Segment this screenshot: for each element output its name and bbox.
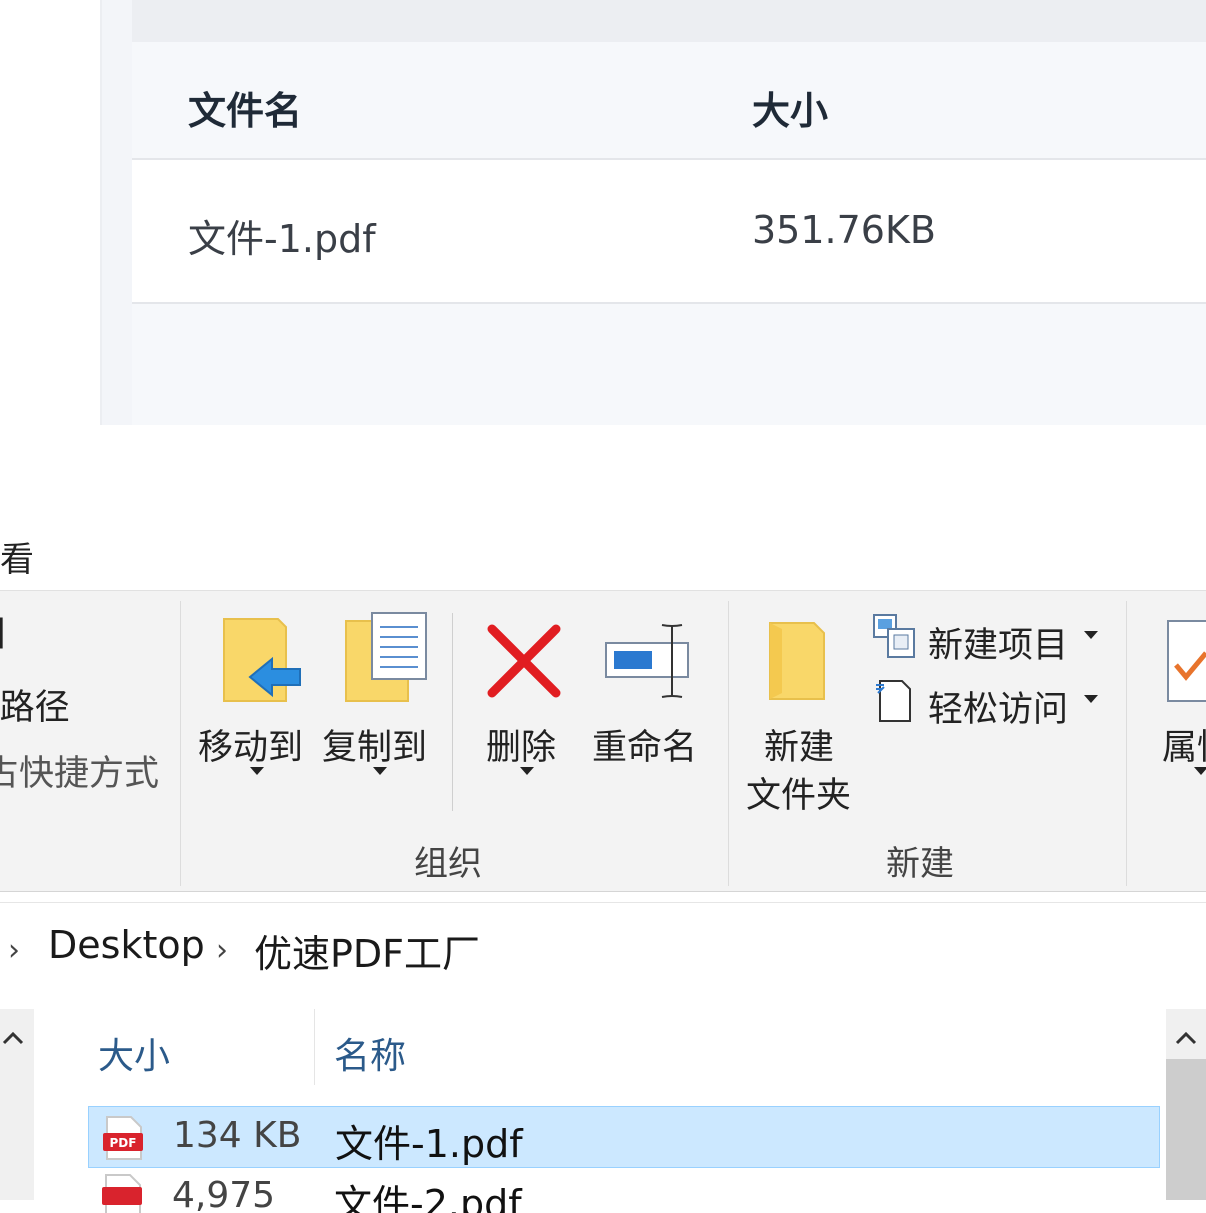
new-folder-label-2: 文件夹 [746, 776, 852, 816]
move-to-icon [223, 618, 301, 702]
left-scrollbar[interactable] [0, 1009, 34, 1200]
file-name: 文件-1.pdf [335, 1122, 523, 1166]
column-divider[interactable] [314, 1009, 315, 1085]
copy-path-partial-1[interactable]: ] [0, 613, 6, 653]
group-divider [728, 601, 729, 886]
properties-icon [1167, 620, 1206, 702]
easy-access-icon [876, 680, 911, 722]
copy-path-button[interactable]: ]路径 [0, 679, 70, 730]
group-divider [180, 601, 181, 886]
right-scrollbar[interactable] [1166, 1009, 1206, 1200]
new-group-label: 新建 [886, 844, 954, 884]
breadcrumb-desktop[interactable]: Desktop [48, 923, 205, 967]
move-to-label: 移动到 [198, 728, 304, 768]
row-filename: 文件-1.pdf [188, 217, 376, 261]
chevron-down-icon [1084, 631, 1098, 639]
header-filename: 文件名 [188, 89, 303, 133]
rename-icon [605, 624, 689, 698]
new-item-label: 新建项目 [928, 626, 1069, 666]
file-size: 4,975 [172, 1175, 276, 1213]
delete-x-icon [487, 624, 561, 698]
header-size: 大小 [752, 89, 829, 133]
table-row[interactable]: 文件-1.pdf 351.76KB [132, 160, 1206, 302]
easy-access-label: 轻松访问 [928, 690, 1069, 730]
ribbon-home: ] ]路径 占快捷方式 移动到 复制到 删除 [0, 590, 1206, 892]
new-folder-icon [769, 622, 825, 700]
group-divider [1126, 601, 1127, 886]
table-header: 文件名 大小 [132, 44, 1206, 158]
file-table-panel: 文件名 大小 文件-1.pdf 351.76KB [132, 0, 1206, 425]
panel-topbar [132, 0, 1206, 42]
chevron-down-icon [1084, 695, 1098, 703]
column-header-name[interactable]: 名称 [334, 1027, 406, 1079]
scrollbar-thumb[interactable] [1166, 1059, 1206, 1200]
chevron-down-icon [520, 767, 534, 775]
column-header-size[interactable]: 大小 [98, 1027, 170, 1079]
chevron-up-icon[interactable] [1175, 1031, 1197, 1045]
pdf-file-icon [102, 1174, 142, 1213]
paste-shortcut-button[interactable]: 占快捷方式 [0, 745, 159, 796]
organize-group-label: 组织 [414, 844, 482, 884]
new-folder-label-1: 新建 [764, 728, 835, 768]
pdf-badge-text: PDF [110, 1136, 137, 1150]
breadcrumb-current-folder[interactable]: 优速PDF工厂 [254, 923, 480, 978]
chevron-up-icon[interactable] [2, 1031, 24, 1045]
organize-inner-divider [452, 613, 453, 811]
page-left-margin [0, 0, 100, 425]
pdf-file-icon: PDF [103, 1116, 143, 1160]
chevron-down-icon [250, 767, 264, 775]
panel-gutter [102, 0, 132, 425]
file-list: 大小 名称 PDF 134 KB 文件-1.pdf 4,975 文件-2.pdf [0, 993, 1206, 1213]
file-size: 134 KB [173, 1115, 302, 1156]
file-name: 文件-2.pdf [334, 1182, 522, 1213]
chevron-right-icon[interactable]: › [8, 933, 20, 968]
list-item-selected[interactable]: PDF 134 KB 文件-1.pdf [88, 1106, 1160, 1168]
rename-label: 重命名 [592, 728, 698, 768]
properties-label: 属性 [1162, 728, 1206, 768]
chevron-down-icon [1194, 767, 1206, 775]
copy-to-icon [345, 612, 427, 702]
copy-to-label: 复制到 [322, 728, 428, 768]
ribbon-tab-view[interactable]: 看 [0, 532, 34, 581]
delete-label: 删除 [486, 728, 557, 768]
new-item-icon [873, 614, 915, 658]
chevron-down-icon [373, 767, 387, 775]
address-bar[interactable]: › Desktop › 优速PDF工厂 [0, 902, 1206, 994]
row-size: 351.76KB [752, 208, 936, 252]
list-item[interactable]: 4,975 文件-2.pdf [88, 1173, 1160, 1213]
chevron-right-icon[interactable]: › [216, 933, 228, 968]
row-divider [132, 302, 1206, 304]
